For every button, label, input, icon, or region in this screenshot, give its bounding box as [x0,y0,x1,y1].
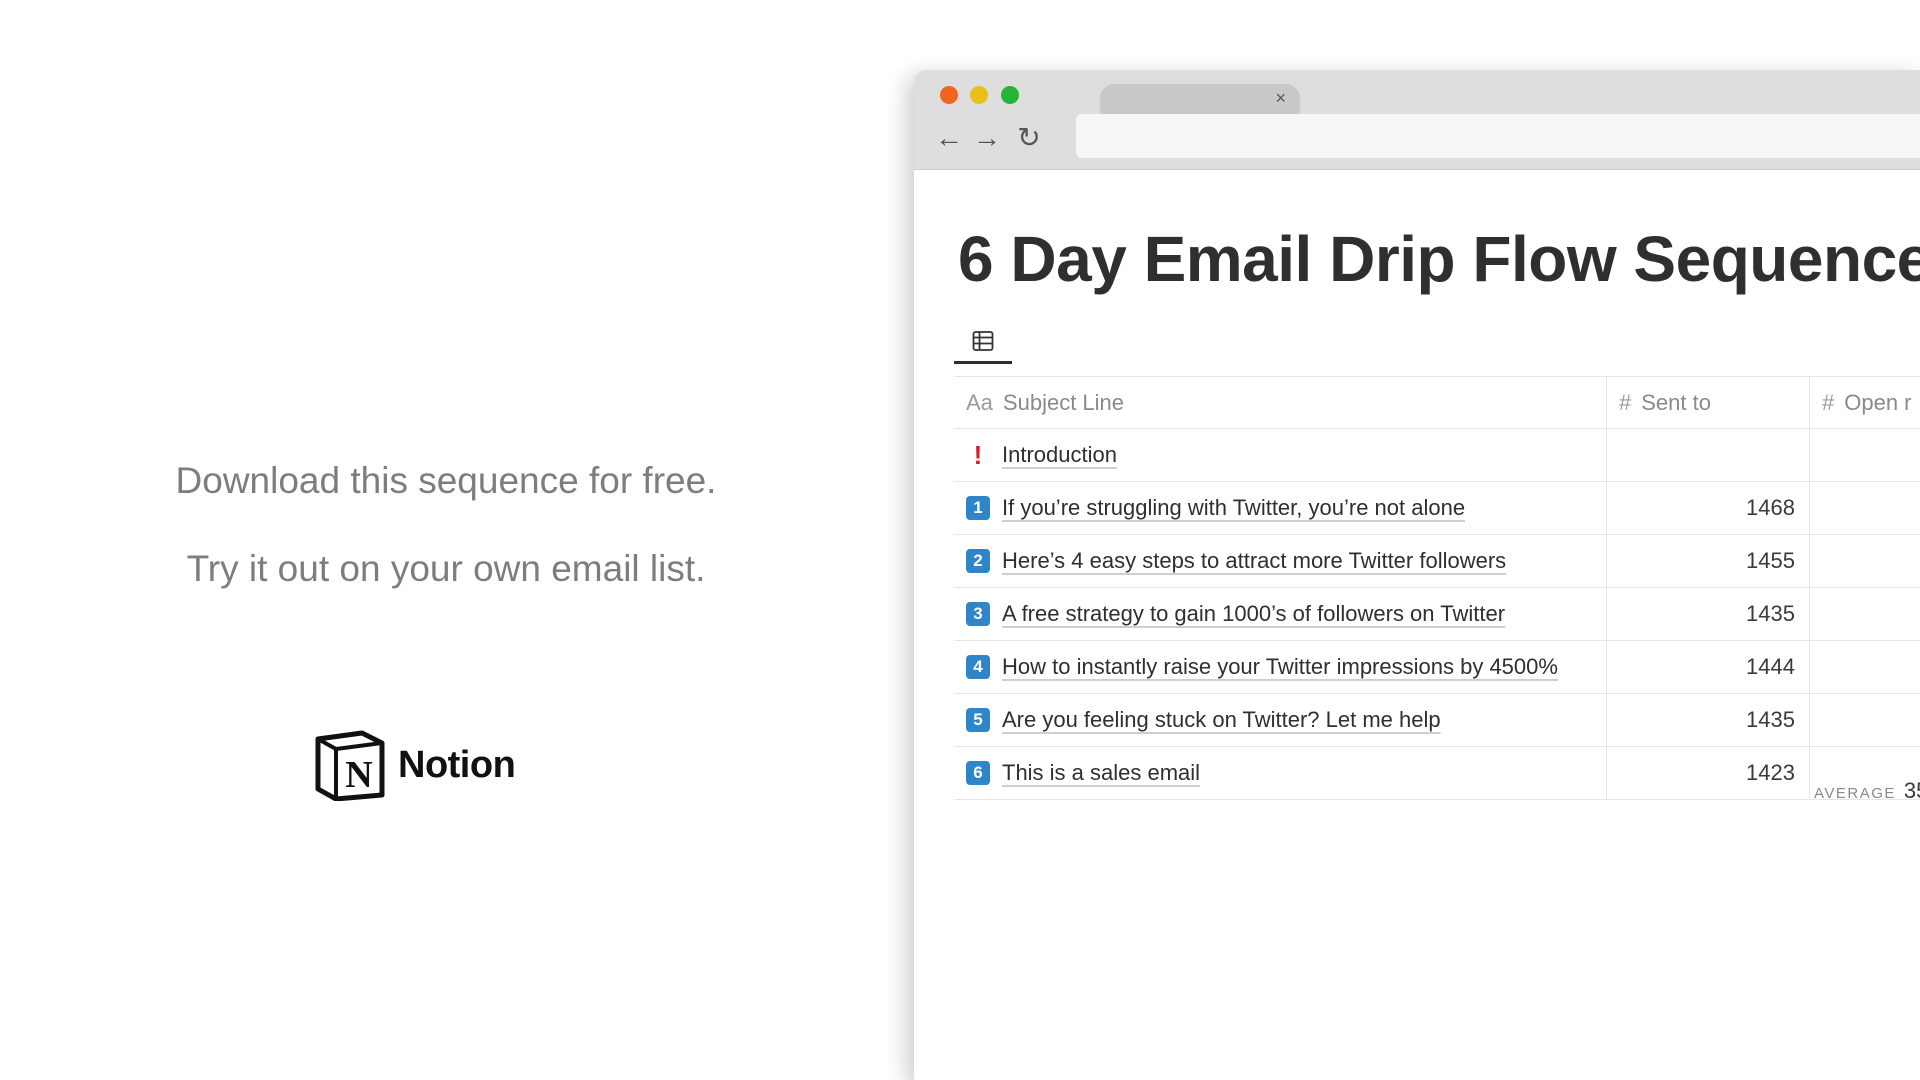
sent-to-cell[interactable]: 1444 [1607,641,1810,693]
notion-logo: N Notion [314,729,516,801]
average-value: 35 [1903,778,1920,803]
row-subject[interactable]: If you’re struggling with Twitter, you’r… [1002,495,1465,521]
number-three-icon: 3 [966,602,990,626]
table-footer-average[interactable]: AVERAGE 35 [1814,778,1920,804]
promo-subline: Try it out on your own email list. [186,548,706,589]
row-subject[interactable]: Here’s 4 easy steps to attract more Twit… [1002,548,1506,574]
table-row[interactable]: 2 Here’s 4 easy steps to attract more Tw… [954,535,1920,588]
number-four-icon: 4 [966,655,990,679]
number-five-icon: 5 [966,708,990,732]
maximize-window-button[interactable] [1001,86,1019,104]
row-subject[interactable]: How to instantly raise your Twitter impr… [1002,654,1558,680]
subject-cell[interactable]: 2 Here’s 4 easy steps to attract more Tw… [954,535,1607,587]
page-title: 6 Day Email Drip Flow Sequence [958,223,1920,295]
number-six-icon: 6 [966,761,990,785]
open-rate-cell[interactable] [1810,535,1920,587]
sent-to-cell[interactable]: 1468 [1607,482,1810,534]
sent-to-value: 1444 [1746,654,1795,679]
average-label: AVERAGE [1814,785,1896,802]
address-bar[interactable] [1076,114,1920,158]
back-arrow-icon[interactable]: ← [934,124,964,152]
sent-to-cell[interactable] [1607,429,1810,481]
sent-to-value: 1423 [1746,760,1795,785]
browser-chrome: × ← → ↻ [914,70,1920,170]
number-property-icon: # [1619,389,1632,415]
tab-close-icon[interactable]: × [1275,89,1286,107]
column-label: Subject Line [1002,389,1125,415]
promo-headline: Download this sequence for free. [175,460,717,501]
table-row[interactable]: 3 A free strategy to gain 1000’s of foll… [954,588,1920,641]
column-header-sent-to[interactable]: # Sent to [1607,377,1810,428]
table-header: Aa Subject Line # Sent to # Open r [954,376,1920,429]
subject-cell[interactable]: 4 How to instantly raise your Twitter im… [954,641,1607,693]
subject-cell[interactable]: ! Introduction [954,429,1607,481]
browser-tab[interactable]: × [1100,84,1300,114]
sent-to-value: 1468 [1746,495,1795,520]
number-property-icon: # [1822,389,1835,415]
sent-to-cell[interactable]: 1435 [1607,694,1810,746]
sent-to-value: 1435 [1746,601,1795,626]
table-row[interactable]: 4 How to instantly raise your Twitter im… [954,641,1920,694]
row-subject[interactable]: Are you feeling stuck on Twitter? Let me… [1002,707,1441,733]
open-rate-cell[interactable] [1810,694,1920,746]
sent-to-value: 1435 [1746,707,1795,732]
column-label: Sent to [1641,389,1711,415]
table-row[interactable]: 1 If you’re struggling with Twitter, you… [954,482,1920,535]
row-subject[interactable]: A free strategy to gain 1000’s of follow… [1002,601,1505,627]
stage: Download this sequence for free. Try it … [0,0,1920,1080]
sent-to-value: 1455 [1746,548,1795,573]
table-view-tab[interactable] [954,320,1012,364]
table-row[interactable]: 6 This is a sales email 1423 [954,747,1920,800]
reload-icon[interactable]: ↻ [1014,124,1044,152]
close-window-button[interactable] [940,86,958,104]
subject-cell[interactable]: 3 A free strategy to gain 1000’s of foll… [954,588,1607,640]
subject-cell[interactable]: 1 If you’re struggling with Twitter, you… [954,482,1607,534]
column-label: Open r [1844,389,1912,415]
text-property-icon: Aa [966,389,993,415]
sent-to-cell[interactable]: 1423 [1607,747,1810,799]
row-subject[interactable]: This is a sales email [1002,760,1200,786]
column-header-open-rate[interactable]: # Open r [1810,377,1920,428]
brand-name: Notion [398,743,516,786]
browser-window: × ← → ↻ 6 Day Email Drip Flow Sequence A… [914,70,1920,1080]
sent-to-cell[interactable]: 1455 [1607,535,1810,587]
email-table: Aa Subject Line # Sent to # Open r ! Int… [954,376,1920,800]
column-header-subject[interactable]: Aa Subject Line [954,377,1607,428]
notion-logo-letter: N [345,754,372,796]
open-rate-cell[interactable] [1810,482,1920,534]
exclamation-icon: ! [973,439,983,470]
table-icon [972,330,994,351]
row-subject[interactable]: Introduction [1002,442,1117,468]
sent-to-cell[interactable]: 1435 [1607,588,1810,640]
minimize-window-button[interactable] [970,86,988,104]
number-two-icon: 2 [966,549,990,573]
open-rate-cell[interactable] [1810,588,1920,640]
open-rate-cell[interactable] [1810,641,1920,693]
number-one-icon: 1 [966,496,990,520]
subject-cell[interactable]: 6 This is a sales email [954,747,1607,799]
table-row[interactable]: ! Introduction [954,429,1920,482]
open-rate-cell[interactable] [1810,429,1920,481]
subject-cell[interactable]: 5 Are you feeling stuck on Twitter? Let … [954,694,1607,746]
table-row[interactable]: 5 Are you feeling stuck on Twitter? Let … [954,694,1920,747]
forward-arrow-icon[interactable]: → [972,124,1002,152]
notion-cube-icon: N [315,730,385,801]
